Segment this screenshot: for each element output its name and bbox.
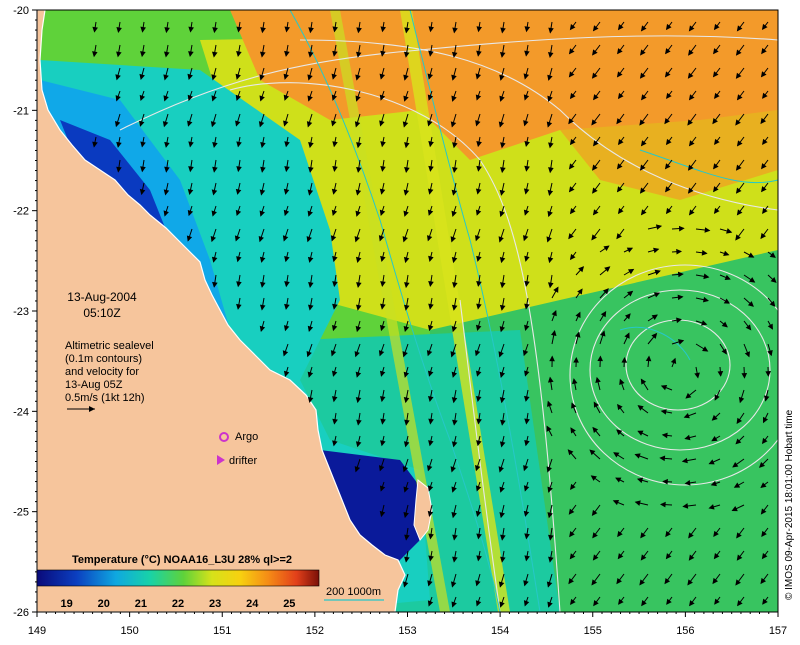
lon-tick-label: 151 bbox=[213, 625, 231, 637]
colorbar-tick-label: 22 bbox=[172, 598, 184, 610]
lon-tick-label: 149 bbox=[28, 625, 46, 637]
colorbar-tick-label: 24 bbox=[246, 598, 259, 610]
lon-tick-label: 150 bbox=[120, 625, 138, 637]
latitude-axis: -20 -21 -22 -23 -24 -25 -26 bbox=[13, 5, 37, 619]
lon-tick-label: 156 bbox=[676, 625, 694, 637]
annotation-line-1: Altimetric sealevel bbox=[65, 340, 154, 352]
annotation-line-5: 0.5m/s (1kt 12h) bbox=[65, 392, 144, 404]
lon-tick-label: 152 bbox=[306, 625, 324, 637]
map-time: 05:10Z bbox=[83, 306, 120, 320]
lon-tick-label: 157 bbox=[769, 625, 787, 637]
map-figure: 149 150 151 152 153 154 155 156 157 -20 -21 -22 -23… bbox=[0, 0, 800, 640]
colorbar-tick-label: 20 bbox=[98, 598, 110, 610]
bathymetry-label: 200 1000m bbox=[326, 586, 381, 598]
lon-tick-label: 154 bbox=[491, 625, 509, 637]
lat-tick-label: -24 bbox=[13, 406, 29, 418]
annotation-line-4: 13-Aug 05Z bbox=[65, 379, 123, 391]
argo-label: Argo bbox=[235, 431, 258, 443]
lat-tick-label: -25 bbox=[13, 507, 29, 519]
drifter-label: drifter bbox=[229, 455, 257, 467]
lon-tick-label: 155 bbox=[584, 625, 602, 637]
lon-tick-label: 153 bbox=[398, 625, 416, 637]
colorbar bbox=[37, 570, 319, 586]
colorbar-title: Temperature (°C) NOAA16_L3U 28% ql>=2 bbox=[72, 554, 292, 566]
lat-tick-label: -20 bbox=[13, 5, 29, 17]
colorbar-tick-label: 19 bbox=[61, 598, 73, 610]
credit-text: © IMOS 09-Apr-2015 18:01:00 Hobart time bbox=[784, 409, 795, 600]
sst-map: 149 150 151 152 153 154 155 156 157 -20 -21 -22 -23… bbox=[0, 0, 800, 640]
lat-tick-label: -26 bbox=[13, 607, 29, 619]
colorbar-tick-label: 23 bbox=[209, 598, 221, 610]
map-date: 13-Aug-2004 bbox=[67, 290, 137, 304]
annotation-line-2: (0.1m contours) bbox=[65, 353, 142, 365]
lat-tick-label: -22 bbox=[13, 206, 29, 218]
map-area bbox=[37, 10, 800, 612]
annotation-line-3: and velocity for bbox=[65, 366, 139, 378]
longitude-axis: 149 150 151 152 153 154 155 156 157 bbox=[28, 612, 787, 637]
lat-tick-label: -23 bbox=[13, 306, 29, 318]
colorbar-tick-label: 25 bbox=[283, 598, 295, 610]
colorbar-tick-label: 21 bbox=[135, 598, 147, 610]
lat-tick-label: -21 bbox=[13, 105, 29, 117]
